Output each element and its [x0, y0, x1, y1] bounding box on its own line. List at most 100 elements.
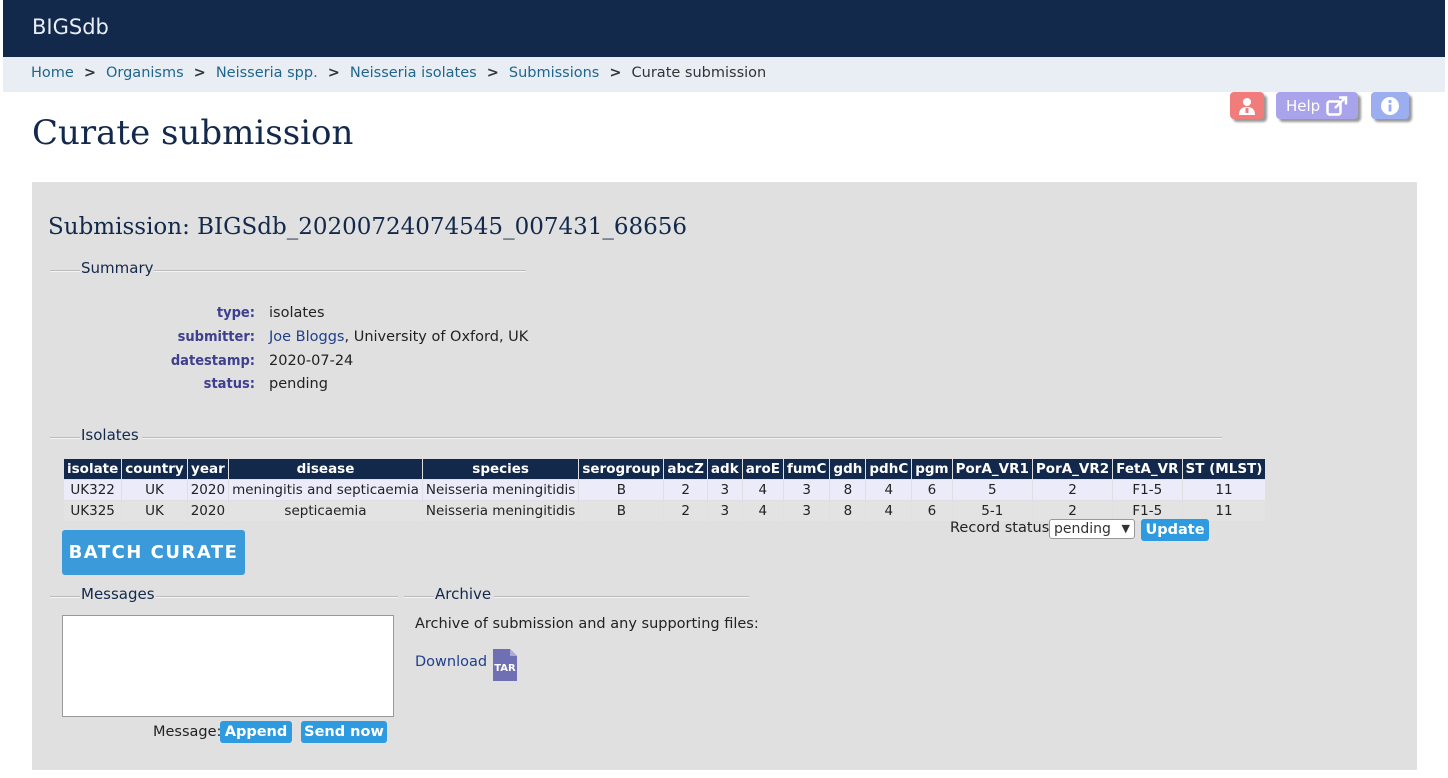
- table-cell: septicaemia: [229, 501, 422, 521]
- column-header[interactable]: ST (MLST): [1182, 459, 1266, 479]
- submitter-value: Joe Bloggs, University of Oxford, UK: [269, 329, 528, 345]
- column-header[interactable]: serogroup: [579, 459, 664, 479]
- tar-file-icon[interactable]: TAR: [492, 648, 518, 682]
- column-header[interactable]: aroE: [742, 459, 783, 479]
- table-cell: UK: [122, 480, 187, 500]
- breadcrumb-organisms[interactable]: Organisms: [106, 65, 184, 81]
- table-cell: 11: [1182, 480, 1266, 500]
- breadcrumb: Home > Organisms > Neisseria spp. > Neisseria …: [3, 57, 1445, 92]
- table-cell: 2: [1032, 501, 1113, 521]
- table-cell: 6: [912, 480, 952, 500]
- table-cell: Neisseria meningitidis: [422, 501, 579, 521]
- user-account-button[interactable]: [1230, 92, 1264, 119]
- table-cell: 3: [783, 501, 830, 521]
- column-header[interactable]: species: [422, 459, 579, 479]
- table-cell: 5-1: [952, 501, 1032, 521]
- datestamp-label: datestamp:: [170, 353, 255, 369]
- column-header[interactable]: pdhC: [866, 459, 912, 479]
- breadcrumb-current: Curate submission: [631, 65, 767, 81]
- type-value: isolates: [269, 305, 325, 321]
- download-link[interactable]: Download: [415, 654, 487, 670]
- table-cell: 4: [866, 501, 912, 521]
- app-brand[interactable]: BIGSdb: [32, 15, 109, 39]
- tar-icon-label: TAR: [494, 663, 516, 674]
- table-cell: 2: [1032, 480, 1113, 500]
- summary-legend: Summary: [81, 259, 154, 277]
- status-value: pending: [269, 376, 328, 392]
- messages-legend: Messages: [81, 585, 155, 603]
- page-title: Curate submission: [32, 113, 354, 153]
- table-cell: B: [579, 501, 664, 521]
- info-icon: [1381, 96, 1399, 115]
- help-button[interactable]: Help: [1276, 92, 1358, 119]
- column-header[interactable]: adk: [707, 459, 742, 479]
- breadcrumb-neisseria-isolates[interactable]: Neisseria isolates: [350, 65, 477, 81]
- datestamp-value: 2020-07-24: [269, 353, 354, 369]
- table-cell: UK322: [64, 480, 122, 500]
- column-header[interactable]: abcZ: [664, 459, 707, 479]
- append-button[interactable]: Append: [220, 721, 292, 743]
- fieldset-border: [50, 270, 80, 272]
- record-status-select[interactable]: pending ▼: [1049, 519, 1135, 539]
- column-header[interactable]: country: [122, 459, 187, 479]
- table-cell: 5: [952, 480, 1032, 500]
- user-icon: [1239, 97, 1255, 115]
- fieldset-border: [142, 437, 1222, 439]
- submission-title: Submission: BIGSdb_20200724074545_007431…: [48, 214, 688, 240]
- status-label: status:: [203, 376, 255, 392]
- breadcrumb-neisseria-spp[interactable]: Neisseria spp.: [216, 65, 318, 81]
- record-status-label: Record status:: [950, 520, 1055, 536]
- column-header[interactable]: gdh: [830, 459, 866, 479]
- column-header[interactable]: year: [187, 459, 229, 479]
- column-header[interactable]: isolate: [64, 459, 122, 479]
- table-cell: 3: [707, 501, 742, 521]
- help-label: Help: [1286, 96, 1321, 115]
- isolates-legend: Isolates: [81, 426, 139, 444]
- table-body: UK322 UK 2020 meningitis and septicaemia Nei…: [64, 480, 1266, 521]
- submitter-affiliation: , University of Oxford, UK: [344, 329, 529, 345]
- breadcrumb-submissions[interactable]: Submissions: [509, 65, 600, 81]
- breadcrumb-separator: >: [83, 65, 96, 81]
- table-cell: 4: [742, 480, 783, 500]
- table-cell: 3: [783, 480, 830, 500]
- table-row: UK325 UK 2020 septicaemia Neisseria meningit…: [64, 501, 1266, 521]
- message-textarea[interactable]: [62, 615, 394, 717]
- table-header-row: isolate country year disease species serogrou…: [64, 459, 1266, 479]
- fieldset-border: [154, 270, 526, 272]
- info-button[interactable]: [1371, 92, 1409, 119]
- column-header[interactable]: FetA_VR: [1113, 459, 1182, 479]
- table-cell: UK325: [64, 501, 122, 521]
- batch-curate-button[interactable]: BATCH CURATE: [62, 530, 245, 575]
- top-navbar: BIGSdb: [3, 0, 1445, 57]
- table-cell: meningitis and septicaemia: [229, 480, 422, 500]
- fieldset-border: [156, 596, 398, 598]
- update-button[interactable]: Update: [1141, 519, 1209, 541]
- table-cell: 3: [707, 480, 742, 500]
- column-header[interactable]: disease: [229, 459, 422, 479]
- table-cell: 2020: [187, 501, 229, 521]
- table-cell: 2: [664, 480, 707, 500]
- isolates-table: isolate country year disease species serogrou…: [63, 458, 1266, 522]
- fieldset-border: [404, 596, 434, 598]
- column-header[interactable]: PorA_VR2: [1032, 459, 1113, 479]
- submitter-link[interactable]: Joe Bloggs: [269, 329, 345, 345]
- chevron-down-icon: ▼: [1121, 522, 1130, 535]
- table-cell: F1-5: [1113, 480, 1182, 500]
- table-cell: 11: [1182, 501, 1266, 521]
- breadcrumb-separator: >: [609, 65, 622, 81]
- message-label: Message:: [153, 724, 222, 740]
- column-header[interactable]: fumC: [783, 459, 830, 479]
- breadcrumb-home[interactable]: Home: [31, 65, 74, 81]
- table-cell: 4: [742, 501, 783, 521]
- breadcrumb-separator: >: [486, 65, 499, 81]
- table-cell: 6: [912, 501, 952, 521]
- fieldset-border: [50, 596, 80, 598]
- type-label: type:: [216, 305, 255, 321]
- send-now-button[interactable]: Send now: [301, 721, 387, 743]
- column-header[interactable]: pgm: [912, 459, 952, 479]
- external-link-icon: [1326, 95, 1348, 116]
- table-row: UK322 UK 2020 meningitis and septicaemia Nei…: [64, 480, 1266, 500]
- column-header[interactable]: PorA_VR1: [952, 459, 1032, 479]
- table-cell: 8: [830, 480, 866, 500]
- archive-legend: Archive: [435, 585, 492, 603]
